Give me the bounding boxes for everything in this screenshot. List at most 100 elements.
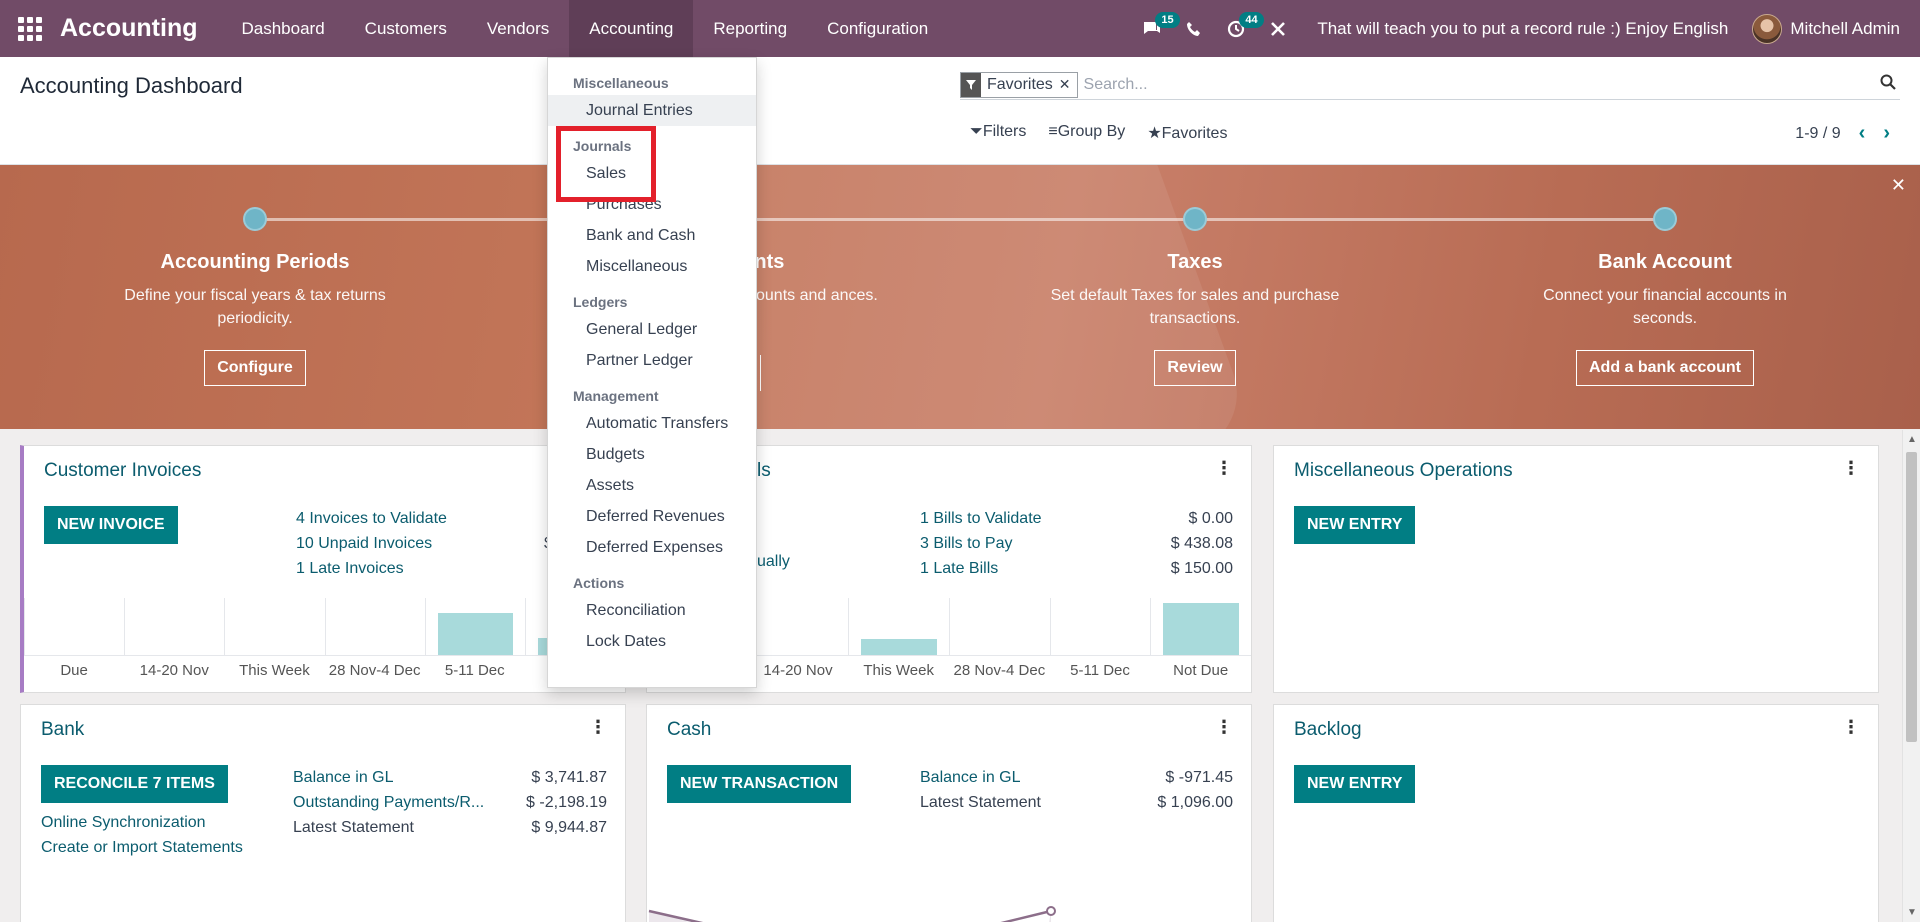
apps-menu-icon[interactable] [0,0,60,57]
chart-bar[interactable] [1163,603,1240,655]
chart-bar[interactable] [437,613,513,655]
menu-item-miscellaneous[interactable]: Miscellaneous [548,251,756,282]
outstanding-payments-link[interactable]: Outstanding Payments/R... [293,790,484,815]
unpaid-invoices-link[interactable]: 10 Unpaid Invoices [296,531,447,556]
online-sync-link[interactable]: Online Synchronization [41,810,243,835]
favorites-label: Favorites [1161,125,1228,142]
nav-dashboard[interactable]: Dashboard [222,0,345,57]
card-title[interactable]: Backlog [1294,719,1362,741]
dropdown-section-header: Ledgers [573,294,628,310]
search-facet: Favorites ✕ [960,71,1078,98]
card-menu-icon[interactable]: ⋮ [1842,458,1860,479]
company-switcher[interactable]: That will teach you to put a record rule… [1299,19,1752,39]
new-invoice-button[interactable]: NEW INVOICE [44,506,178,544]
step-title: Bank Account [1598,251,1732,273]
app-brand[interactable]: Accounting [60,14,198,43]
menu-item-partner-ledger[interactable]: Partner Ledger [548,345,756,376]
card-menu-icon[interactable]: ⋮ [589,717,607,738]
scroll-up-icon[interactable]: ▲ [1907,434,1917,445]
scroll-thumb[interactable] [1906,452,1917,742]
menu-item-general-ledger[interactable]: General Ledger [548,314,756,345]
new-entry-button[interactable]: NEW ENTRY [1294,506,1416,544]
late-invoices-link[interactable]: 1 Late Invoices [296,556,447,581]
chart-label: 28 Nov-4 Dec [953,662,1046,679]
menu-item-automatic-transfers[interactable]: Automatic Transfers [548,408,756,439]
search-icon[interactable] [1880,74,1900,95]
menu-item-assets[interactable]: Assets [548,470,756,501]
menu-item-deferred-expenses[interactable]: Deferred Expenses [548,532,756,563]
invoices-to-validate-link[interactable]: 4 Invoices to Validate [296,506,447,531]
pager-previous-icon[interactable]: ‹ [1859,122,1866,145]
chart-label: This Week [863,662,934,679]
value: $ -971.45 [1165,769,1233,786]
menu-item-deferred-revenues[interactable]: Deferred Revenues [548,501,756,532]
filters-button[interactable]: ⏷Filters [970,123,1026,143]
menu-item-lock-dates[interactable]: Lock Dates [548,626,756,657]
value: $ 0.00 [1188,510,1233,527]
card-title[interactable]: Miscellaneous Operations [1294,460,1513,482]
page-title: Accounting Dashboard [20,73,243,98]
card-menu-icon[interactable]: ⋮ [1215,717,1233,738]
card-title[interactable]: Bank [41,719,84,741]
nav-vendors[interactable]: Vendors [467,0,569,57]
configure-button[interactable]: Configure [204,350,306,386]
menu-item-journal-entries[interactable]: Journal Entries [548,95,756,126]
debug-tools-icon[interactable] [1257,0,1299,57]
new-transaction-button[interactable]: NEW TRANSACTION [667,765,852,803]
balance-in-gl-link[interactable]: Balance in GL [293,765,484,790]
groupby-button[interactable]: ≡Group By [1048,123,1125,143]
menu-item-budgets[interactable]: Budgets [548,439,756,470]
chart-column [124,598,224,655]
nav-configuration[interactable]: Configuration [807,0,948,57]
card-menu-icon[interactable]: ⋮ [1842,717,1860,738]
card-bank: Bank ⋮ RECONCILE 7 ITEMS Online Synchron… [20,704,626,922]
value: $ -2,198.19 [526,794,607,811]
activities-icon[interactable]: 44 [1215,0,1264,57]
facet-remove-icon[interactable]: ✕ [1059,76,1077,93]
messages-icon[interactable]: 15 [1131,0,1180,57]
bank-links: Online Synchronization Create or Import … [41,810,243,860]
add-bank-account-button[interactable]: Add a bank account [1575,350,1755,386]
step-button-edge[interactable] [760,355,761,391]
bills-to-validate-link[interactable]: 1 Bills to Validate [920,506,1042,531]
search-input[interactable] [1083,75,1880,94]
bills-to-pay-link[interactable]: 3 Bills to Pay [920,531,1042,556]
page-scrollbar[interactable]: ▲ ▼ [1902,430,1920,922]
nav-accounting[interactable]: Accounting [569,0,694,57]
close-icon[interactable]: ✕ [1891,175,1906,196]
card-title[interactable]: Customer Invoices [44,460,201,482]
user-name: Mitchell Admin [1790,18,1900,38]
step-title: Accounting Periods [160,251,350,273]
value: $ 150.00 [1170,560,1233,577]
chart-column [1049,598,1151,655]
graph-point [1046,906,1056,916]
card-title[interactable]: Cash [667,719,711,741]
chart-label: 28 Nov-4 Dec [328,662,421,679]
balance-in-gl-link[interactable]: Balance in GL [920,765,1041,790]
scroll-down-icon[interactable]: ▼ [1907,907,1917,918]
reconcile-button[interactable]: RECONCILE 7 ITEMS [41,765,228,803]
chart-column [424,598,525,655]
nav-customers[interactable]: Customers [345,0,467,57]
step-description: ccounts and ances. [740,287,878,304]
card-menu-icon[interactable]: ⋮ [1215,458,1233,479]
review-button[interactable]: Review [1154,350,1236,386]
new-entry-button[interactable]: NEW ENTRY [1294,765,1416,803]
user-menu[interactable]: Mitchell Admin [1752,13,1920,44]
late-bills-link[interactable]: 1 Late Bills [920,556,1042,581]
favorites-button[interactable]: ★Favorites [1147,123,1227,143]
chart-label: This Week [239,662,310,679]
menu-item-bank-and-cash[interactable]: Bank and Cash [548,220,756,251]
nav-reporting[interactable]: Reporting [693,0,807,57]
pager-next-icon[interactable]: › [1883,122,1890,145]
filter-icon [961,72,981,97]
step-bank-account: Bank Account Connect your financial acco… [1515,207,1815,386]
pager-value[interactable]: 1-9 / 9 [1795,125,1840,143]
import-statements-link[interactable]: Create or Import Statements [41,835,243,860]
chart-bar[interactable] [861,639,938,655]
upload-manually-link[interactable]: ually [757,553,790,571]
phone-icon[interactable] [1173,0,1215,57]
menu-item-reconciliation[interactable]: Reconciliation [548,595,756,626]
card-title[interactable]: ls [757,460,771,482]
value: $ 9,944.87 [531,819,607,836]
